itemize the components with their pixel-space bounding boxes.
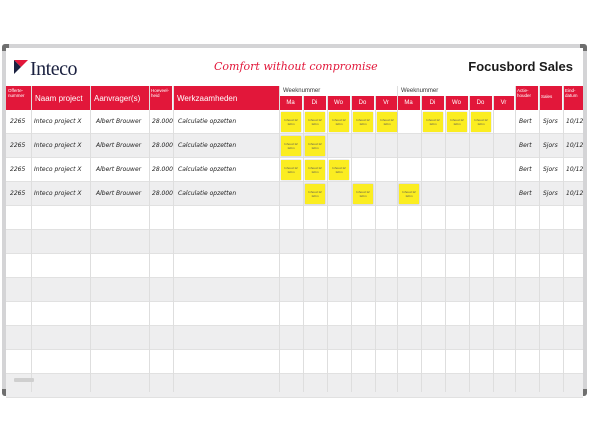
day-header-vr: Vr xyxy=(493,96,514,110)
day-header-wo: Wo xyxy=(327,96,350,110)
project-name: Inteco project X xyxy=(34,118,82,125)
column-divider xyxy=(539,86,540,392)
column-divider xyxy=(493,96,494,392)
board-surface: Inteco Comfort without compromise Focusb… xyxy=(6,48,584,398)
offerte-number: 2265 xyxy=(10,142,26,149)
table-row: 2265 Inteco project X Albert Brouwer 28.000… xyxy=(6,182,583,206)
table-row xyxy=(6,374,583,398)
work-description: Calculatie opzetten xyxy=(178,190,237,197)
action-owner: Bert xyxy=(519,118,532,125)
column-divider xyxy=(279,86,280,392)
slogan: Comfort without compromise xyxy=(214,60,378,73)
day-header-di: Di xyxy=(303,96,326,110)
sales-person: Sjors xyxy=(543,142,558,149)
end-date: 10/12 xyxy=(566,142,584,149)
offerte-number: 2265 xyxy=(10,166,26,173)
sales-person: Sjors xyxy=(543,166,558,173)
project-name: Inteco project X xyxy=(34,190,82,197)
work-description: Calculatie opzetten xyxy=(178,166,237,173)
sticky-note[interactable]: Inhoud 12 12cm xyxy=(423,112,443,132)
sticky-note[interactable]: Inhoud 12 12cm xyxy=(447,112,467,132)
manufacturer-badge-icon xyxy=(14,376,34,384)
sticky-note[interactable]: Inhoud 12 12cm xyxy=(281,160,301,180)
column-divider xyxy=(515,86,516,392)
column-divider xyxy=(303,96,304,392)
work-description: Calculatie opzetten xyxy=(178,142,237,149)
day-header-ma: Ma xyxy=(279,96,302,110)
table-row xyxy=(6,302,583,326)
column-divider xyxy=(327,96,328,392)
whiteboard: Inteco Comfort without compromise Focusb… xyxy=(2,44,587,398)
column-divider xyxy=(469,96,470,392)
project-name: Inteco project X xyxy=(34,142,82,149)
requester-name: Albert Brouwer xyxy=(96,118,142,125)
table-row xyxy=(6,254,583,278)
work-description: Calculatie opzetten xyxy=(178,118,237,125)
sticky-note[interactable]: Inhoud 12 12cm xyxy=(281,136,301,156)
end-date: 10/12 xyxy=(566,190,584,197)
sticky-note[interactable]: Inhoud 12 12cm xyxy=(305,160,325,180)
day-header-wo: Wo xyxy=(445,96,468,110)
inteco-logo-icon xyxy=(14,60,28,74)
quantity: 28.000 xyxy=(152,118,173,125)
requester-name: Albert Brouwer xyxy=(96,190,142,197)
table-row xyxy=(6,278,583,302)
sticky-note[interactable]: Inhoud 12 12cm xyxy=(353,112,373,132)
column-divider xyxy=(351,96,352,392)
day-header-di: Di xyxy=(421,96,444,110)
end-date: 10/12 xyxy=(566,118,584,125)
sticky-note[interactable]: Inhoud 12 12cm xyxy=(281,112,301,132)
requester-name: Albert Brouwer xyxy=(96,166,142,173)
column-divider xyxy=(31,86,32,392)
table-row xyxy=(6,230,583,254)
table-row xyxy=(6,350,583,374)
column-divider xyxy=(90,86,91,392)
day-header-vr: Vr xyxy=(375,96,397,110)
sticky-note[interactable]: Inhoud 12 12cm xyxy=(329,160,349,180)
requester-name: Albert Brouwer xyxy=(96,142,142,149)
sales-person: Sjors xyxy=(543,190,558,197)
column-divider xyxy=(375,96,376,392)
offerte-number: 2265 xyxy=(10,118,26,125)
end-date: 10/12 xyxy=(566,166,584,173)
sticky-note[interactable]: Inhoud 12 12cm xyxy=(377,112,397,132)
quantity: 28.000 xyxy=(152,166,173,173)
sticky-note[interactable]: Inhoud 12 12cm xyxy=(305,112,325,132)
day-header-ma: Ma xyxy=(397,96,420,110)
column-divider xyxy=(445,96,446,392)
action-owner: Bert xyxy=(519,190,532,197)
sticky-note[interactable]: Inhoud 12 12cm xyxy=(471,112,491,132)
week-number-header-1: Weeknummer xyxy=(279,86,398,96)
column-divider xyxy=(421,96,422,392)
table-row xyxy=(6,206,583,230)
sticky-note[interactable]: Inhoud 12 12cm xyxy=(329,112,349,132)
day-header-do: Do xyxy=(469,96,492,110)
sticky-note[interactable]: Inhoud 12 12cm xyxy=(305,136,325,156)
sales-person: Sjors xyxy=(543,118,558,125)
sticky-note[interactable]: Inhoud 12 12cm xyxy=(305,184,325,204)
sticky-note[interactable]: Inhoud 12 12cm xyxy=(399,184,419,204)
week-number-header-2: Weeknummer xyxy=(397,86,515,96)
table-row xyxy=(6,326,583,350)
board-header: Inteco Comfort without compromise Focusb… xyxy=(6,48,583,86)
project-name: Inteco project X xyxy=(34,166,82,173)
company-logo: Inteco xyxy=(30,58,77,80)
column-divider xyxy=(563,86,564,392)
offerte-number: 2265 xyxy=(10,190,26,197)
sticky-note[interactable]: Inhoud 12 12cm xyxy=(353,184,373,204)
day-header-do: Do xyxy=(351,96,374,110)
quantity: 28.000 xyxy=(152,190,173,197)
action-owner: Bert xyxy=(519,166,532,173)
column-divider xyxy=(173,86,174,392)
quantity: 28.000 xyxy=(152,142,173,149)
column-divider xyxy=(397,86,398,392)
action-owner: Bert xyxy=(519,142,532,149)
board-title: Focusbord Sales xyxy=(468,59,573,74)
column-divider xyxy=(149,86,150,392)
